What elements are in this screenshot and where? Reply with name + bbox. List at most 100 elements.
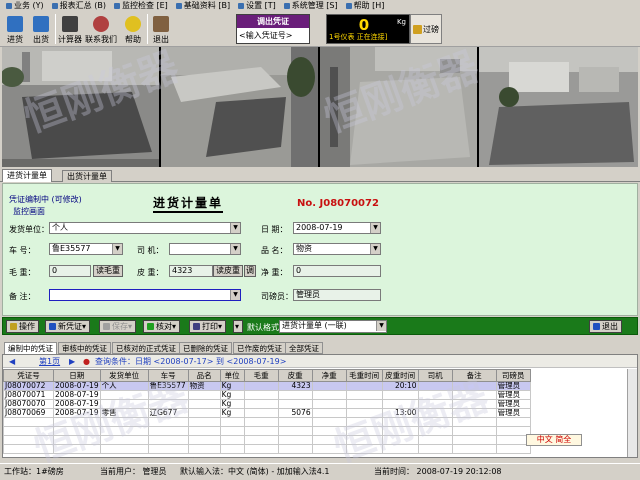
remark-select[interactable] (49, 289, 241, 301)
column-header[interactable]: 备注 (451, 369, 497, 382)
print-options-button[interactable]: ▾ (233, 320, 243, 333)
menu-monitor[interactable]: 监控检查 [E] (110, 0, 172, 11)
business-icon (6, 2, 12, 9)
table-cell (3, 426, 54, 436)
weigh-button[interactable]: 过磅 (410, 14, 442, 44)
table-row[interactable] (3, 444, 531, 454)
menu-system[interactable]: 系统管理 [S] (280, 0, 342, 11)
adjust-button[interactable]: 调 (244, 265, 256, 277)
column-header[interactable]: 毛重 (243, 369, 279, 382)
supplier-select[interactable]: 个人 (49, 222, 241, 234)
menu-help[interactable]: 帮助 [H] (342, 0, 389, 11)
column-header[interactable]: 发货单位 (99, 369, 149, 382)
new-voucher-button[interactable]: 新凭证 ▾ (45, 320, 91, 333)
menu-basic-data[interactable]: 基础资料 [B] (172, 0, 234, 11)
table-cell (3, 444, 54, 454)
tab-all[interactable]: 全部凭证 (285, 342, 323, 354)
operator-field[interactable]: 管理员 (293, 289, 381, 301)
table-cell (417, 426, 453, 436)
column-header[interactable]: 皮重时间 (381, 369, 419, 382)
table-cell (451, 408, 497, 418)
tare-weight-field[interactable]: 4323 (169, 265, 213, 277)
tab-reviewing[interactable]: 审核中的凭证 (58, 342, 111, 354)
tab-outgoing-weighing[interactable]: 出货计量单 (62, 170, 112, 182)
table-cell (277, 444, 313, 454)
table-cell (53, 444, 101, 454)
table-cell: 零售 (99, 408, 149, 418)
menu-business[interactable]: 业务 (Y) (2, 0, 48, 11)
page-number[interactable]: 第1页 (39, 355, 60, 368)
operate-button[interactable]: 操作 (6, 320, 39, 333)
table-row[interactable]: J08070070 2008-07-19 Kg 管理员 (3, 399, 531, 409)
voucher-number-input[interactable]: <输入凭证号> (237, 28, 309, 43)
voucher-status: 凭证编制中 (可修改) (9, 195, 82, 204)
read-tare-button[interactable]: 读皮重 (213, 265, 243, 277)
table-cell (345, 408, 383, 418)
column-header[interactable]: 毛重时间 (345, 369, 383, 382)
table-cell: J08070072 (3, 381, 54, 391)
table-cell (311, 444, 347, 454)
tab-voided[interactable]: 已作废的凭证 (233, 342, 286, 354)
table-row[interactable]: J08070072 2008-07-19 个人 鲁E35577 物资 Kg 4323 20:1… (3, 381, 531, 391)
column-header[interactable]: 品名 (187, 369, 221, 382)
column-header[interactable]: 司磅员 (495, 369, 531, 382)
tab-verified[interactable]: 已核对的正式凭证 (112, 342, 180, 354)
voucher-status-tabs: 编制中的凭证 审核中的凭证 已核对的正式凭证 已删除的凭证 已作废的凭证 全部凭… (2, 342, 638, 354)
query-icon[interactable]: ● (83, 355, 90, 368)
table-cell (345, 381, 383, 391)
column-header[interactable]: 皮重 (277, 369, 313, 382)
table-cell: 物资 (187, 381, 221, 391)
incoming-button[interactable]: 进货 (2, 13, 28, 45)
product-select[interactable]: 物资 (293, 243, 381, 255)
menu-reports[interactable]: 报表汇总 (B) (48, 0, 110, 11)
read-gross-button[interactable]: 读毛重 (93, 265, 123, 277)
print-button[interactable]: 打印 ▾ (189, 320, 227, 333)
table-cell: 辽G677 (147, 408, 189, 418)
tab-drafting[interactable]: 编制中的凭证 (4, 342, 57, 354)
column-header[interactable]: 日期 (53, 369, 101, 382)
save-button[interactable]: 保存 ▾ (99, 320, 137, 333)
table-cell (147, 390, 189, 400)
prev-page-icon[interactable]: ◀ (9, 355, 15, 368)
print-format-select[interactable]: 进货计量单 (一联) (279, 320, 387, 333)
plus-icon (49, 323, 56, 330)
table-row[interactable] (3, 426, 531, 436)
date-picker[interactable]: 2008-07-19 (293, 222, 381, 234)
column-header[interactable]: 司机 (417, 369, 453, 382)
ime-indicator[interactable]: 中文 简全 (526, 434, 582, 446)
table-row[interactable]: J08070069 2008-07-19 零售 辽G677 Kg 5076 13:00 管理员 (3, 408, 531, 418)
table-cell (243, 390, 279, 400)
exit-button[interactable]: 退出 (148, 13, 174, 45)
list-scrollbar[interactable] (627, 369, 637, 457)
column-header[interactable]: 凭证号 (3, 369, 54, 382)
calculator-button[interactable]: 计算器 (58, 13, 82, 45)
exit-door-icon (153, 16, 169, 32)
table-cell (345, 417, 383, 427)
monitor-link[interactable]: 监控画面 (13, 206, 45, 217)
query-conditions[interactable]: 查询条件：日期 <2008-07-17> 到 <2008-07-19> (95, 355, 286, 368)
operate-icon (10, 323, 17, 330)
tab-incoming-weighing[interactable]: 进货计量单 (2, 169, 52, 182)
menu-settings[interactable]: 设置 [T] (234, 0, 280, 11)
table-cell: 2008-07-19 (53, 399, 101, 409)
outgoing-button[interactable]: 出货 (28, 13, 54, 45)
help-button[interactable]: 帮助 (120, 13, 146, 45)
exit-form-button[interactable]: 退出 (589, 320, 622, 333)
driver-select[interactable] (169, 243, 241, 255)
next-page-icon[interactable]: ▶ (69, 355, 75, 368)
table-row[interactable]: J08070071 2008-07-19 Kg 管理员 (3, 390, 531, 400)
camera-image-3 (320, 47, 477, 167)
table-row[interactable] (3, 435, 531, 445)
plate-select[interactable]: 鲁E35577 (49, 243, 123, 255)
column-header[interactable]: 净重 (311, 369, 347, 382)
contact-us-button[interactable]: 联系我们 (84, 13, 118, 45)
retrieve-voucher-button[interactable]: 调出凭证 (237, 15, 309, 28)
net-weight-field[interactable]: 0 (293, 265, 381, 277)
camera-image-2 (161, 47, 318, 167)
tab-deleted[interactable]: 已删除的凭证 (179, 342, 232, 354)
column-header[interactable]: 车号 (147, 369, 189, 382)
column-header[interactable]: 单位 (219, 369, 245, 382)
verify-button[interactable]: 核对 ▾ (143, 320, 181, 333)
table-row[interactable] (3, 417, 531, 427)
gross-weight-field[interactable]: 0 (49, 265, 91, 277)
